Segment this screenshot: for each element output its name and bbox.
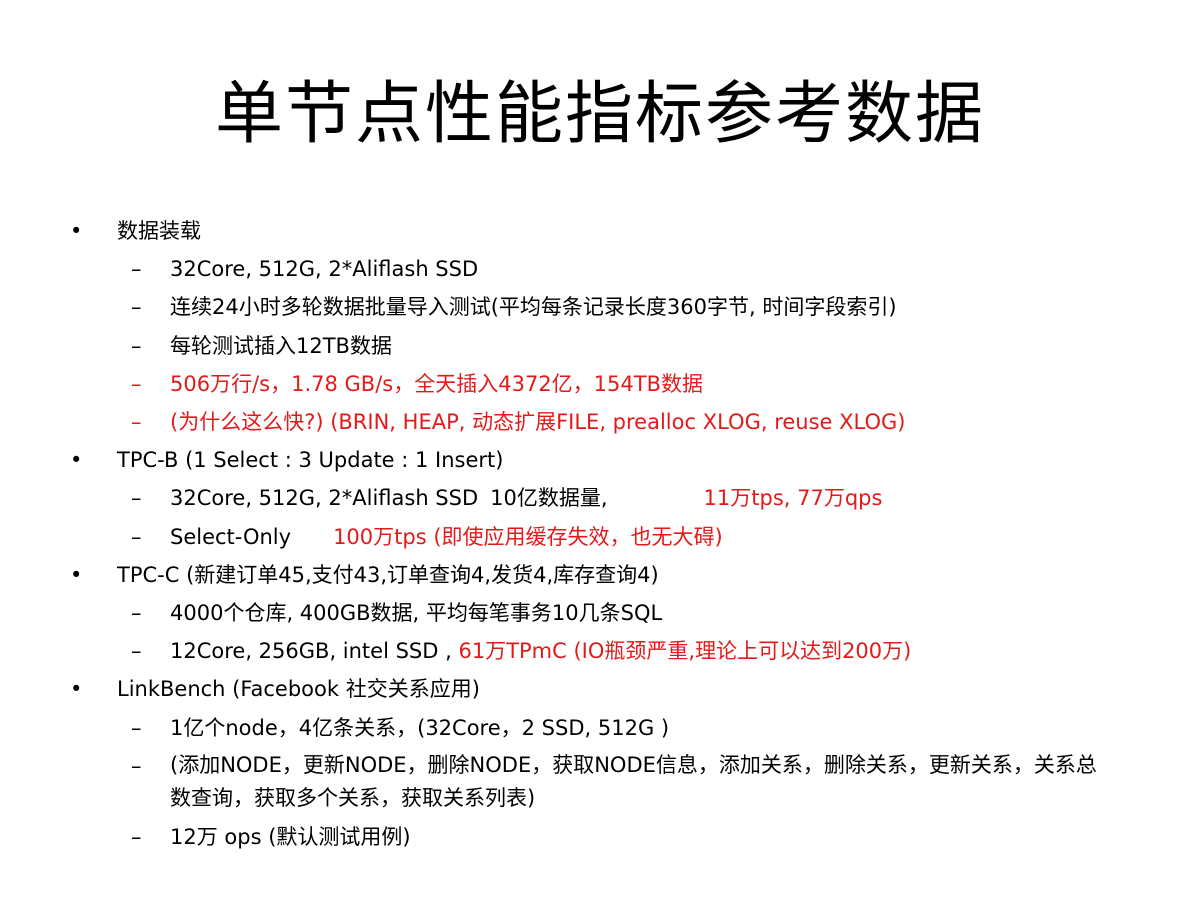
list-item-text: 每轮测试插入12TB数据 — [170, 333, 392, 358]
list-item-main: 12Core, 256GB, intel SSD , — [170, 639, 452, 664]
slide-title: 单节点性能指标参考数据 — [214, 75, 985, 154]
section-heading-text: LinkBench (Facebook 社交关系应用) — [117, 677, 480, 702]
section-heading-data-loading: • 数据装载 — [0, 212, 1200, 250]
bullet-icon: • — [70, 562, 83, 587]
list-item-highlight-text: 100万tps (即使应用缓存失效，也无大碍) — [333, 524, 723, 549]
list-item-text: 12万 ops (默认测试用例) — [170, 824, 411, 849]
bullet-icon: • — [70, 219, 83, 243]
list-item-text: 1亿个node，4亿条关系，(32Core，2 SSD, 512G ) — [170, 715, 670, 740]
dash-icon: – — [131, 715, 142, 740]
list-item-highlight: – 506万行/s，1.78 GB/s，全天插入4372亿，154TB数据 — [0, 365, 1200, 403]
list-item: – Select-Only 100万tps (即使应用缓存失效，也无大碍) — [0, 518, 1200, 556]
list-item-main: 32Core, 512G, 2*Aliflash SSD — [170, 486, 479, 511]
list-item-text: 32Core, 512G, 2*Aliflash SSD 10亿数据量, 11万tp… — [170, 486, 882, 510]
list-item: – (添加NODE，更新NODE，删除NODE，获取NODE信息，添加关系，删除… — [0, 747, 1200, 818]
dash-icon: – — [131, 524, 142, 549]
list-item: – 32Core, 512G, 2*Aliflash SSD 10亿数据量, 11万… — [0, 479, 1200, 517]
list-item: – 1亿个node，4亿条关系，(32Core，2 SSD, 512G ) — [0, 709, 1200, 747]
list-item-highlight-text: 61万TPmC (IO瓶颈严重,理论上可以达到200万) — [458, 639, 912, 664]
list-item-text: 12Core, 256GB, intel SSD , 61万TPmC (IO瓶颈… — [170, 639, 911, 663]
list-item-text: (添加NODE，更新NODE，删除NODE，获取NODE信息，添加关系，删除关系… — [170, 752, 1097, 810]
section-heading-text: TPC-B (1 Select : 3 Update : 1 Insert) — [117, 448, 504, 473]
section-heading-linkbench: • LinkBench (Facebook 社交关系应用) — [0, 670, 1200, 708]
section-heading-tpc-c: • TPC-C (新建订单45,支付43,订单查询4,发货4,库存查询4) — [0, 556, 1200, 594]
slide: 单节点性能指标参考数据 • 数据装载 – 32Core, 512G, 2*Ali… — [0, 0, 1200, 900]
dash-icon: – — [131, 601, 142, 626]
list-item-text: 32Core, 512G, 2*Aliflash SSD — [170, 257, 479, 282]
bullet-icon: • — [70, 677, 83, 702]
list-item-text: 506万行/s，1.78 GB/s，全天插入4372亿，154TB数据 — [170, 371, 703, 396]
list-item-highlight: – (为什么这么快?) (BRIN, HEAP, 动态扩展FILE, preal… — [0, 403, 1200, 441]
list-item-main: Select-Only — [170, 524, 292, 549]
dash-icon: – — [131, 295, 142, 320]
list-item: – 32Core, 512G, 2*Aliflash SSD — [0, 250, 1200, 288]
list-item-text: (为什么这么快?) (BRIN, HEAP, 动态扩展FILE, preallo… — [170, 410, 906, 435]
list-item: – 12万 ops (默认测试用例) — [0, 818, 1200, 856]
dash-icon: – — [131, 824, 142, 849]
dash-icon: – — [131, 333, 142, 358]
list-item-extra: 10亿数据量, — [490, 486, 608, 511]
section-heading-tpc-b: • TPC-B (1 Select : 3 Update : 1 Insert) — [0, 441, 1200, 479]
section-heading-text: TPC-C (新建订单45,支付43,订单查询4,发货4,库存查询4) — [117, 562, 659, 587]
list-item: – 4000个仓库, 400GB数据, 平均每笔事务10几条SQL — [0, 594, 1200, 632]
list-item: – 每轮测试插入12TB数据 — [0, 327, 1200, 365]
list-item: – 连续24小时多轮数据批量导入测试(平均每条记录长度360字节, 时间字段索引… — [0, 288, 1200, 326]
bullet-list: • 数据装载 – 32Core, 512G, 2*Aliflash SSD – … — [0, 212, 1200, 856]
list-item: – 12Core, 256GB, intel SSD , 61万TPmC (IO… — [0, 632, 1200, 670]
dash-icon: – — [131, 639, 142, 664]
dash-icon: – — [131, 371, 142, 396]
list-item-text: 4000个仓库, 400GB数据, 平均每笔事务10几条SQL — [170, 601, 663, 626]
list-item-text: Select-Only 100万tps (即使应用缓存失效，也无大碍) — [170, 525, 723, 549]
section-heading-text: 数据装载 — [117, 219, 201, 243]
dash-icon: – — [131, 257, 142, 282]
bullet-icon: • — [70, 448, 83, 473]
dash-icon: – — [131, 410, 142, 435]
dash-icon: – — [131, 753, 142, 778]
list-item-highlight-text: 11万tps, 77万qps — [703, 486, 883, 511]
list-item-text: 连续24小时多轮数据批量导入测试(平均每条记录长度360字节, 时间字段索引) — [170, 295, 897, 320]
dash-icon: – — [131, 486, 142, 511]
